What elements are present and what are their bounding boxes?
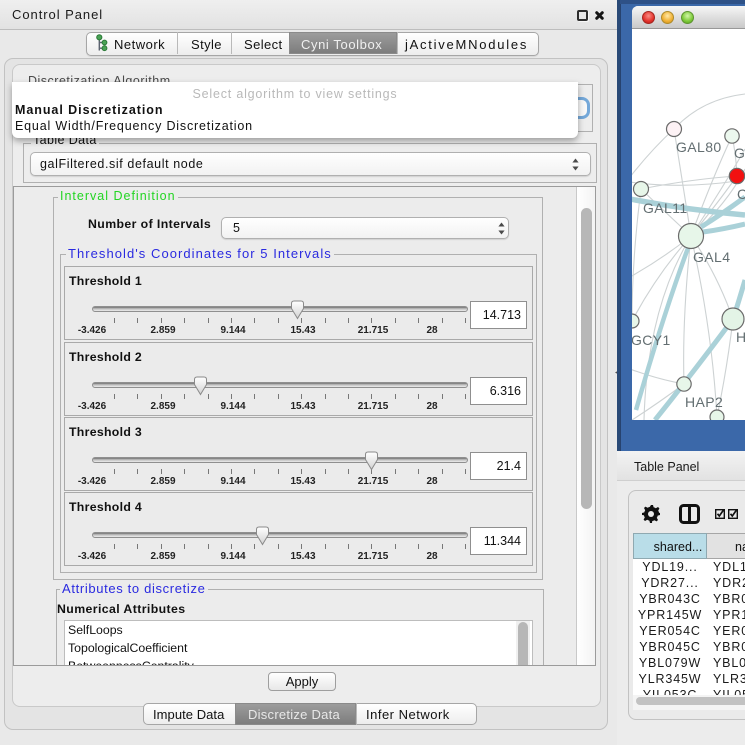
svg-text:C: C (737, 186, 745, 202)
svg-text:GAL11: GAL11 (643, 200, 688, 216)
svg-text:GAL80: GAL80 (676, 139, 722, 155)
svg-text:H: H (736, 329, 745, 345)
svg-text:GAL4: GAL4 (693, 249, 730, 265)
svg-text:HAP2: HAP2 (685, 394, 723, 410)
svg-text:GA: GA (734, 145, 745, 161)
svg-text:GCY1: GCY1 (632, 332, 671, 348)
